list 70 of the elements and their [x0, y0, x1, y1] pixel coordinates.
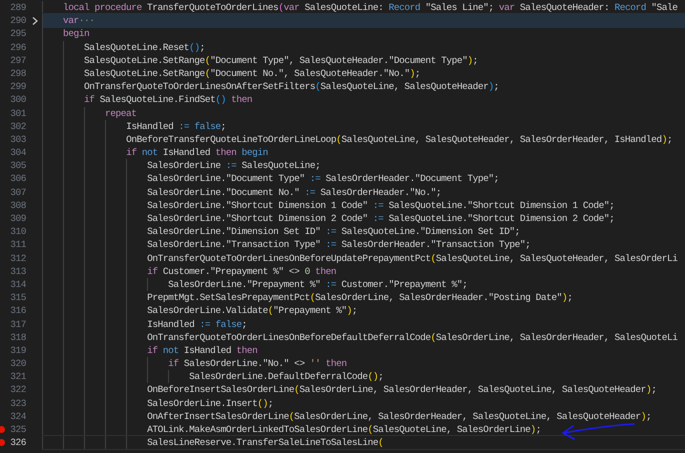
- code-line: IsHandled := false;: [42, 118, 685, 134]
- chevron-icon[interactable]: [32, 16, 38, 25]
- line-number: 305: [9, 159, 26, 172]
- code-line: repeat: [42, 106, 685, 121]
- code-line: if Customer."Prepayment %" <> 0 then: [42, 264, 685, 279]
- line-number: 307: [9, 186, 26, 199]
- code-line: begin: [42, 26, 685, 42]
- code-line: SalesQuoteLine.SetRange("Document Type", SalesQuoteHeader."Document Type");: [42, 52, 685, 68]
- line-number: 298: [9, 66, 26, 80]
- line-number: 296: [9, 40, 26, 54]
- code-line: SalesOrderLine."Document Type" := SalesOrderHeader."Document Type";: [42, 171, 685, 187]
- line-number: 325: [9, 423, 26, 436]
- code-line: SalesQuoteLine.Reset();: [42, 40, 685, 55]
- breakpoint-icon[interactable]: [0, 439, 5, 446]
- line-number: 321: [9, 370, 26, 384]
- line-number: 324: [9, 410, 26, 424]
- code-line: if not IsHandled then: [42, 342, 685, 358]
- code-line: local procedure TransferQuoteToOrderLines(var SalesQuoteLine: Record "Sales Line"; var SalesQuoteHeader: Record "Sale: [42, 0, 685, 16]
- line-number: 314: [9, 278, 26, 292]
- line-number: 300: [9, 93, 26, 107]
- line-number: 306: [9, 172, 26, 186]
- code-line: SalesOrderLine := SalesQuoteLine;: [42, 158, 685, 174]
- code-line: ATOLink.MakeAsmOrderLinkedToSalesOrderLine(SalesQuoteLine, SalesOrderLine);: [42, 422, 685, 438]
- line-number: 317: [9, 318, 26, 331]
- code-line: SalesOrderLine."Shortcut Dimension 2 Code" := SalesQuoteLine."Shortcut Dimension 2 Code";: [42, 211, 685, 226]
- code-line: SalesOrderLine.DefaultDeferralCode();: [42, 369, 685, 384]
- line-number: 299: [9, 80, 26, 94]
- line-number: 313: [9, 264, 26, 278]
- code-line: OnBeforeInsertSalesOrderLine(SalesOrderLine, SalesOrderHeader, SalesQuoteLine, SalesQuoteHeader);: [42, 382, 685, 398]
- code-line: OnBeforeTransferQuoteLineToOrderLineLoop(SalesQuoteLine, SalesQuoteHeader, SalesOrderHeader, IsHandled);: [42, 132, 685, 148]
- code-line: if SalesQuoteLine.FindSet() then: [42, 92, 685, 108]
- line-number: 309: [9, 212, 26, 226]
- line-number: 303: [9, 132, 26, 146]
- code-line: OnAfterInsertSalesOrderLine(SalesOrderLine, SalesOrderHeader, SalesQuoteLine, SalesQuoteHeader);: [42, 408, 685, 424]
- code-line: OnTransferQuoteToOrderLinesOnBeforeUpdatePrepaymentPct(SalesQuoteLine, SalesQuoteHeader, SalesOrderLi: [42, 250, 685, 266]
- line-number: 290: [9, 14, 26, 28]
- line-number: 304: [9, 146, 26, 160]
- line-number: 323: [9, 396, 26, 410]
- code-line: if SalesOrderLine."No." <> '' then: [42, 356, 685, 372]
- line-number: 310: [9, 225, 26, 238]
- code-line: if not IsHandled then begin: [42, 145, 685, 160]
- code-line: SalesOrderLine."Transaction Type" := SalesOrderHeader."Transaction Type";: [42, 237, 685, 253]
- line-number: 319: [9, 344, 26, 358]
- code-line: OnTransferQuoteToOrderLinesOnBeforeDefaultDeferralCode(SalesOrderLine, SalesOrderHeader, SalesQuoteLi: [42, 330, 685, 345]
- line-number: 320: [9, 357, 26, 370]
- code-line: SalesOrderLine."Shortcut Dimension 1 Code" := SalesQuoteLine."Shortcut Dimension 1 Code";: [42, 198, 685, 214]
- code-line: SalesOrderLine."Document No." := SalesOrderHeader."No.";: [42, 184, 685, 200]
- line-number: 311: [9, 238, 26, 252]
- code-line: IsHandled := false;: [42, 316, 685, 332]
- line-number: 295: [9, 27, 26, 41]
- breakpoint-icon[interactable]: [0, 426, 5, 434]
- line-number: 301: [9, 106, 26, 120]
- line-number: 316: [9, 304, 26, 318]
- code-line: OnTransferQuoteToOrderLinesOnAfterSetFilters(SalesQuoteLine, SalesQuoteHeader);: [42, 79, 685, 94]
- code-line: PrepmtMgt.SetSalesPrepaymentPct(SalesOrderLine, SalesOrderHeader."Posting Date");: [42, 290, 685, 306]
- code-line: SalesOrderLine."Prepayment %" := Customer."Prepayment %";: [42, 276, 685, 292]
- line-number: 326: [9, 436, 26, 450]
- line-number: 312: [9, 252, 26, 265]
- line-number: 315: [9, 291, 26, 304]
- code-line: SalesQuoteLine.SetRange("Document No.", SalesQuoteHeader."No.");: [42, 66, 685, 82]
- code-line: SalesOrderLine.Validate("Prepayment %");: [42, 303, 685, 319]
- line-number: 289: [9, 1, 26, 14]
- line-number: 322: [9, 383, 26, 397]
- code-line: SalesOrderLine.Insert();: [42, 396, 685, 411]
- line-number: 318: [9, 330, 26, 344]
- line-number: 308: [9, 198, 26, 212]
- code-line: SalesLineReserve.TransferSaleLineToSalesLine(: [42, 435, 685, 450]
- line-number: 302: [9, 120, 26, 133]
- code-line: SalesOrderLine."Dimension Set ID" := SalesQuoteLine."Dimension Set ID";: [42, 224, 685, 240]
- line-number: 297: [9, 54, 26, 67]
